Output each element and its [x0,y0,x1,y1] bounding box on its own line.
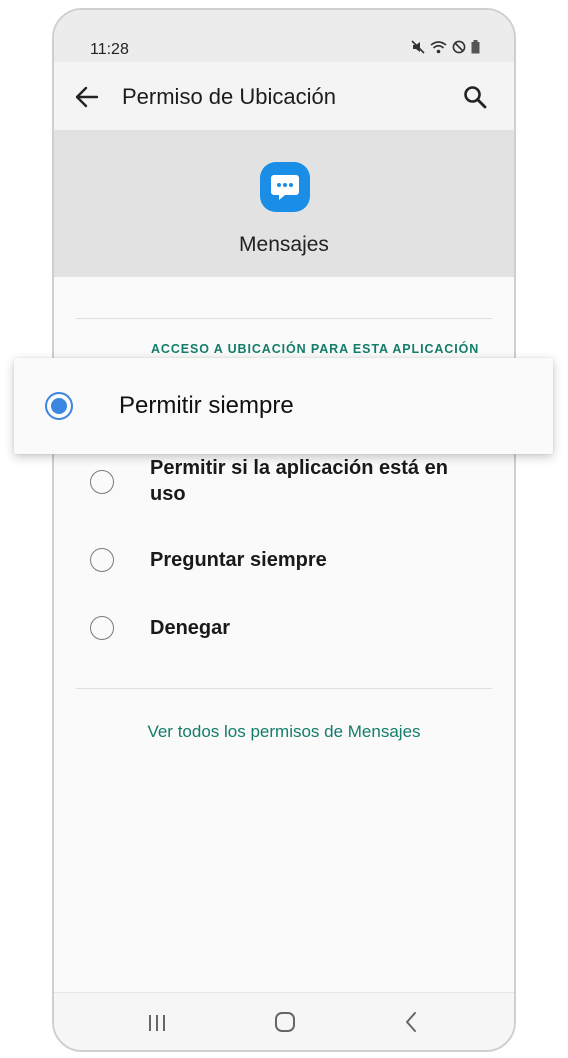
wifi-icon [430,41,447,54]
option-label: Preguntar siempre [150,549,327,571]
option-label: Denegar [150,617,231,639]
do-not-disturb-icon [452,40,466,54]
divider-top [76,318,492,319]
app-name: Mensajes [239,233,329,256]
radio-deny[interactable] [90,616,114,640]
option-allow-always-highlight[interactable]: Permitir siempre [14,358,553,454]
status-time: 11:28 [90,41,129,58]
battery-icon [471,40,480,54]
phone-frame: 11:28 Permiso de Ubicación Mensajes ACCE… [52,8,516,1052]
radio-allow-while-in-use[interactable] [90,470,114,494]
radio-allow-always[interactable] [45,392,73,420]
home-icon[interactable] [274,1011,296,1033]
option-label: Permitir si la aplicación está en uso [150,457,448,505]
option-ask-always[interactable]: Preguntar siempre [90,547,490,575]
back-arrow-icon[interactable] [74,84,100,110]
nav-back-icon[interactable] [404,1010,418,1034]
radio-selected-dot [51,398,67,414]
navigation-bar [54,992,514,1050]
status-bar: 11:28 [54,10,514,62]
recent-apps-icon[interactable] [147,1013,167,1033]
status-icons [411,40,480,54]
option-allow-while-in-use[interactable]: Permitir si la aplicación está en uso [90,455,490,515]
app-bar: Permiso de Ubicación [54,62,514,130]
option-label: Permitir siempre [119,392,294,419]
divider-bottom [76,688,492,689]
search-icon[interactable] [462,84,488,110]
page-title: Permiso de Ubicación [122,84,336,109]
app-header: Mensajes [54,130,514,277]
section-label: ACCESO A UBICACIÓN PARA ESTA APLICACIÓN [151,342,480,356]
mute-icon [411,40,425,54]
chat-bubble-icon [260,162,310,212]
see-all-permissions-link[interactable]: Ver todos los permisos de Mensajes [54,722,514,742]
option-deny[interactable]: Denegar [90,615,490,643]
radio-ask-always[interactable] [90,548,114,572]
